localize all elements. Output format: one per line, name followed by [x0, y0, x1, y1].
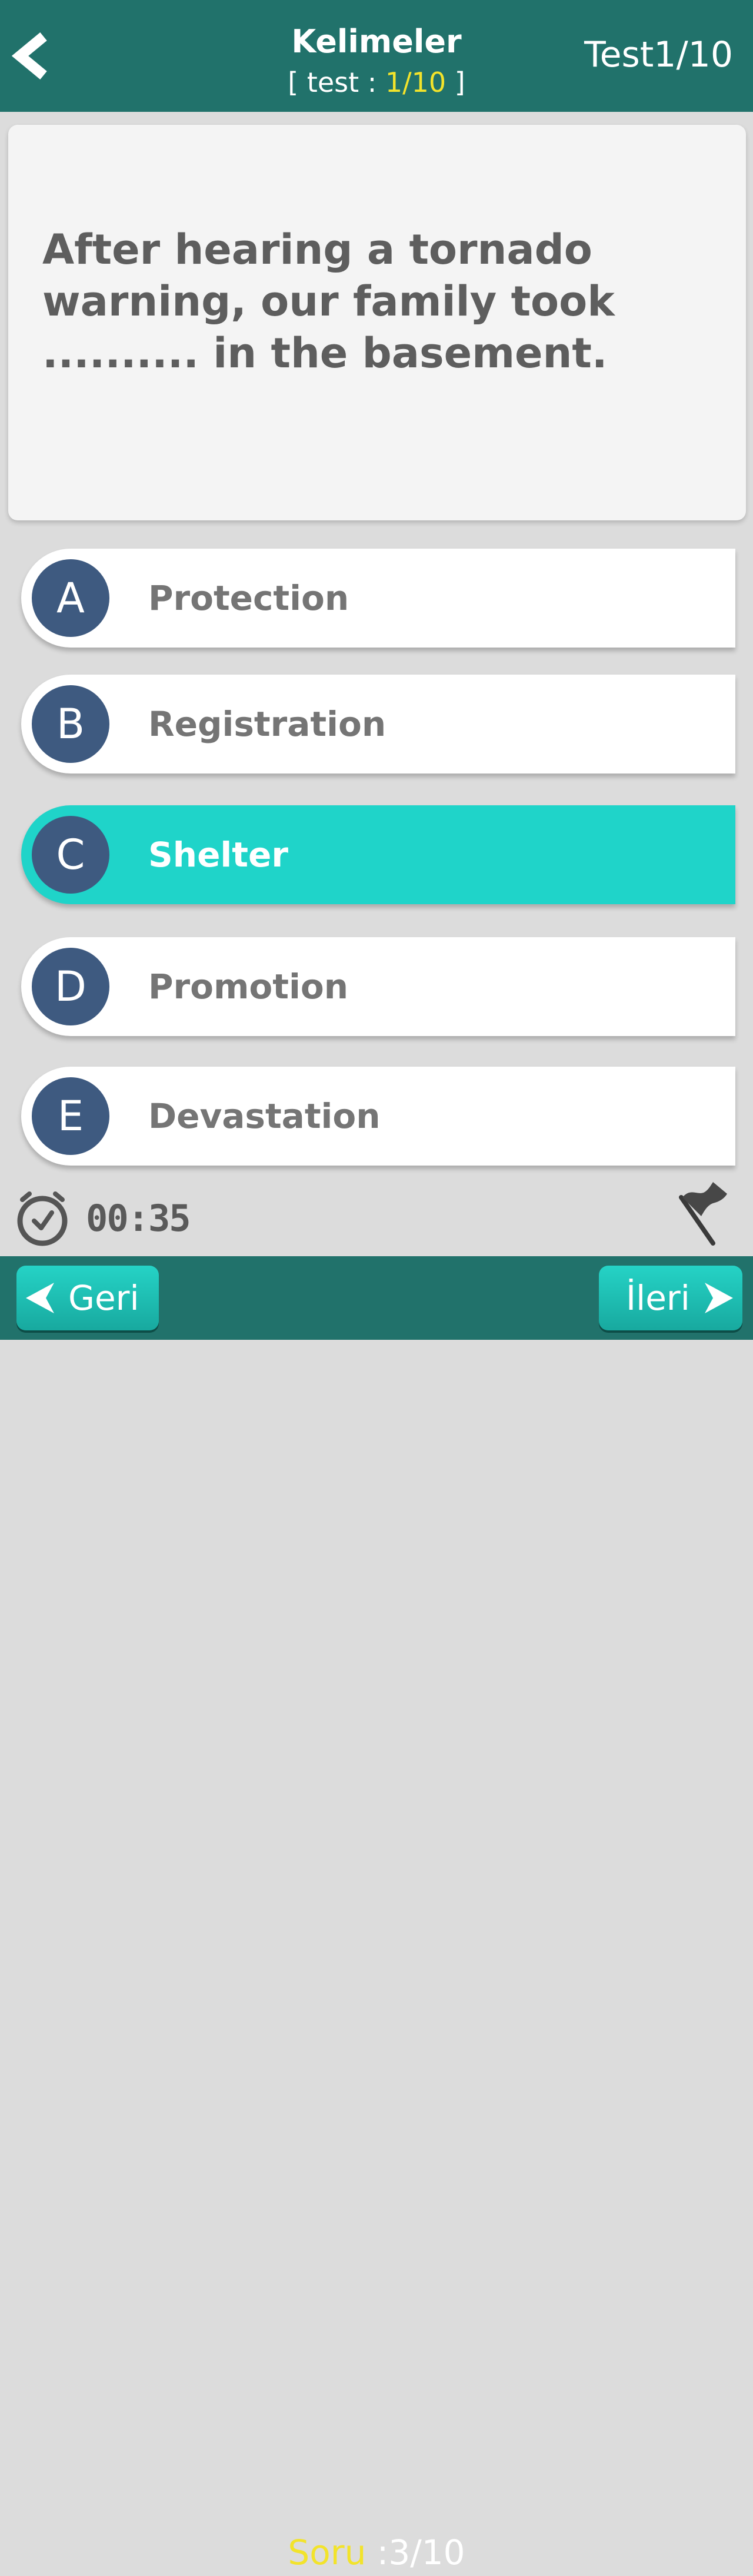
back-button[interactable] [11, 31, 58, 81]
question-card: After hearing a tornado warning, our fam… [8, 125, 746, 520]
footer-bar: Geri Soru :3/10 İleri [0, 1256, 753, 2572]
question-counter-label: Soru [288, 2532, 366, 2572]
option-letter-badge: B [32, 685, 109, 763]
option-letter-badge: A [32, 559, 109, 637]
question-counter-value: :3/10 [366, 2532, 465, 2572]
timer-value: 00:35 [86, 1197, 191, 1240]
option-label: Shelter [148, 835, 288, 875]
option-label: Devastation [148, 1096, 381, 1136]
stopwatch-icon [17, 1191, 68, 1246]
question-text: After hearing a tornado warning, our fam… [42, 225, 615, 377]
header-bar: Kelimeler [ test : 1/10 ] Test1/10 [0, 0, 753, 112]
next-button-label: İleri [626, 1278, 690, 1318]
option-label: Protection [148, 578, 349, 618]
option-e[interactable]: E Devastation [21, 1067, 735, 1166]
option-letter-badge: C [32, 816, 109, 894]
option-letter-badge: D [32, 948, 109, 1025]
next-button[interactable]: İleri [599, 1266, 742, 1330]
previous-button[interactable]: Geri [16, 1266, 159, 1330]
question-counter: Soru :3/10 [200, 2529, 553, 2576]
chevron-left-icon [11, 32, 47, 79]
option-d[interactable]: D Promotion [21, 937, 735, 1036]
flag-icon[interactable] [677, 1177, 735, 1248]
page-title: Kelimeler [291, 23, 462, 60]
subtitle-test-number: 1/10 [385, 67, 447, 98]
chevron-left-icon [26, 1283, 54, 1313]
option-a[interactable]: A Protection [21, 549, 735, 648]
chevron-right-icon [705, 1283, 733, 1313]
option-label: Promotion [148, 967, 348, 1007]
subtitle-suffix: ] [446, 67, 465, 98]
option-c[interactable]: C Shelter [21, 805, 735, 904]
subtitle-prefix: [ test : [288, 67, 385, 98]
test-progress-label: Test1/10 [584, 34, 733, 75]
previous-button-label: Geri [68, 1278, 139, 1318]
test-subtitle: [ test : 1/10 ] [200, 66, 553, 99]
option-b[interactable]: B Registration [21, 675, 735, 774]
option-label: Registration [148, 704, 387, 744]
option-letter-badge: E [32, 1077, 109, 1155]
